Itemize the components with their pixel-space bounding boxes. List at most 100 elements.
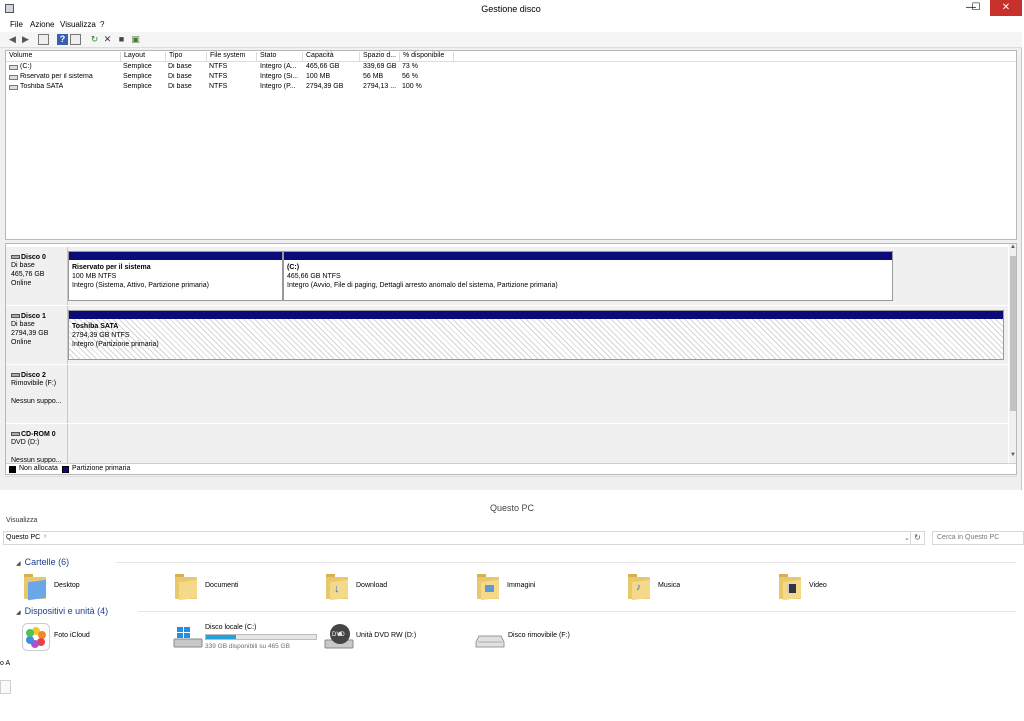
maximize-button[interactable]: ☐	[963, 0, 989, 16]
scrollbar-thumb[interactable]	[1010, 256, 1016, 411]
col-spazio[interactable]: Spazio d...	[360, 52, 400, 62]
col-tipo[interactable]: Tipo	[166, 52, 207, 62]
device-label: Disco locale (C:)	[205, 624, 257, 631]
volume-icon	[9, 65, 18, 70]
partition-size: 100 MB NTFS	[72, 273, 117, 280]
folder-video[interactable]: Video	[773, 571, 923, 603]
window-title: Questo PC	[0, 497, 1024, 517]
legend-swatch-primary	[62, 466, 69, 473]
disk-partitions	[68, 365, 1008, 423]
download-folder-icon: ↓	[326, 573, 348, 601]
disk-management-window: Gestione disco — ☐ ✕ File Azione Visuali…	[0, 0, 1022, 490]
folder-label: Download	[356, 582, 388, 589]
device-label: Unità DVD RW (D:)	[356, 632, 417, 639]
disk-label[interactable]: Disco 0 Di base 465,76 GB Online	[6, 247, 68, 305]
address-bar[interactable]: Questo PC › ⌄	[3, 531, 925, 545]
folders-group-header[interactable]: ◢ Cartelle (6)	[16, 557, 1016, 567]
menu-file[interactable]: File	[10, 20, 23, 29]
disk-partitions: Riservato per il sistema 100 MB NTFS Int…	[68, 247, 1008, 305]
disk-row-1[interactable]: Disco 1 Di base 2794,39 GB Online Toshib…	[6, 306, 1008, 364]
device-icloud-photos[interactable]: Foto iCloud	[22, 621, 162, 655]
usage-bar	[205, 634, 317, 640]
menu-help[interactable]: ?	[100, 20, 104, 29]
connect-icon[interactable]: ■	[116, 34, 127, 45]
disk-size: 465,76 GB	[11, 271, 45, 278]
device-removable-f[interactable]: Disco rimovibile (F:)	[475, 621, 625, 655]
partition-status: Integro (Partizione primaria)	[72, 341, 159, 348]
scroll-up-icon[interactable]: ▲	[1009, 244, 1016, 250]
back-arrow-icon[interactable]: ◀	[7, 34, 18, 45]
delete-icon[interactable]: ✕	[102, 34, 113, 45]
breadcrumb[interactable]: Questo PC	[6, 534, 40, 541]
table-row[interactable]: Toshiba SATA Semplice Di base NTFS Integ…	[6, 83, 1016, 93]
disk-row-cdrom[interactable]: CD-ROM 0 DVD (D:) Nessun suppo...	[6, 424, 1008, 464]
toolbar: ◀ ▶ ? ↻ ✕ ■ ▣	[0, 32, 1022, 48]
disk-graphical-view: Disco 0 Di base 465,76 GB Online Riserva…	[5, 243, 1017, 475]
menu-azione[interactable]: Azione	[30, 20, 54, 29]
refresh-icon[interactable]: ↻	[89, 34, 100, 45]
collapse-icon[interactable]: ◢	[16, 610, 21, 616]
folder-musica[interactable]: ♪ Musica	[622, 571, 772, 603]
devices-group-header[interactable]: ◢ Dispositivi e unità (4)	[16, 606, 1016, 616]
status-bar	[5, 476, 1017, 486]
help-icon[interactable]: ?	[57, 34, 68, 45]
col-stato[interactable]: Stato	[257, 52, 303, 62]
dvd-drive-icon: DVD	[324, 624, 354, 649]
partition-system-reserved[interactable]: Riservato per il sistema 100 MB NTFS Int…	[68, 251, 283, 301]
partition-toshiba[interactable]: Toshiba SATA 2794,39 GB NTFS Integro (Pa…	[68, 310, 1004, 360]
folder-download[interactable]: ↓ Download	[320, 571, 470, 603]
col-capacita[interactable]: Capacità	[303, 52, 360, 62]
search-input[interactable]: Cerca in Questo PC	[932, 531, 1024, 545]
collapse-icon[interactable]: ◢	[16, 561, 21, 567]
menu-visualizza[interactable]: Visualizza	[60, 20, 96, 29]
vertical-scrollbar[interactable]: ▲ ▼	[1009, 244, 1016, 464]
folder-immagini[interactable]: Immagini	[471, 571, 621, 603]
videos-folder-icon	[779, 573, 801, 601]
close-button[interactable]: ✕	[990, 0, 1022, 16]
disk-partitions: Toshiba SATA 2794,39 GB NTFS Integro (Pa…	[68, 306, 1008, 364]
folder-desktop[interactable]: Desktop	[18, 571, 168, 603]
cell-volume: Riservato per il sistema	[20, 73, 93, 80]
disk-type: DVD (D:)	[11, 439, 40, 446]
chevron-down-icon[interactable]: ⌄	[904, 534, 910, 542]
ribbon-tab-visualizza[interactable]: Visualizza	[0, 517, 1024, 527]
folder-label: Desktop	[54, 582, 80, 589]
documents-folder-icon	[175, 573, 197, 601]
disk-name: Disco 2	[21, 372, 46, 379]
cell-stato: Integro (P...	[260, 83, 296, 90]
disk-row-0[interactable]: Disco 0 Di base 465,76 GB Online Riserva…	[6, 247, 1008, 305]
breadcrumb-separator-icon[interactable]: ›	[44, 533, 46, 540]
disk-row-2[interactable]: Disco 2 Rimovibile (F:) Nessun suppo...	[6, 365, 1008, 423]
col-volume[interactable]: Volume	[6, 52, 121, 62]
partition-name: (C:)	[287, 264, 300, 271]
properties-icon[interactable]: ▣	[130, 34, 141, 45]
disk-label[interactable]: Disco 1 Di base 2794,39 GB Online	[6, 306, 68, 364]
scroll-down-icon[interactable]: ▼	[1009, 452, 1016, 458]
device-free-space: 339 GB disponibili su 465 GB	[205, 643, 290, 650]
music-folder-icon: ♪	[628, 573, 650, 601]
left-pane-scroll-stub[interactable]	[0, 680, 11, 694]
col-layout[interactable]: Layout	[121, 52, 166, 62]
cell-disp: 56 %	[402, 73, 418, 80]
disk-label[interactable]: CD-ROM 0 DVD (D:) Nessun suppo...	[6, 424, 68, 464]
folder-documenti[interactable]: Documenti	[169, 571, 319, 603]
disk-size: 2794,39 GB	[11, 330, 49, 337]
device-dvd-rw-d[interactable]: DVD Unità DVD RW (D:)	[324, 621, 474, 655]
legend-unallocated: Non allocata	[19, 465, 58, 472]
console-tree-icon[interactable]	[38, 34, 49, 45]
forward-arrow-icon[interactable]: ▶	[20, 34, 31, 45]
table-row[interactable]: (C:) Semplice Di base NTFS Integro (A...…	[6, 63, 1016, 73]
volume-icon	[9, 75, 18, 80]
properties-pane-icon[interactable]	[70, 34, 81, 45]
pictures-folder-icon	[477, 573, 499, 601]
cell-volume: (C:)	[20, 63, 32, 70]
col-filesystem[interactable]: File system	[207, 52, 257, 62]
partition-c[interactable]: (C:) 465,66 GB NTFS Integro (Avvio, File…	[283, 251, 893, 301]
icloud-photos-icon	[22, 623, 50, 651]
refresh-button[interactable]: ↻	[910, 531, 924, 545]
partition-size: 2794,39 GB NTFS	[72, 332, 130, 339]
disk-label[interactable]: Disco 2 Rimovibile (F:) Nessun suppo...	[6, 365, 68, 423]
device-local-disk-c[interactable]: Disco locale (C:) 339 GB disponibili su …	[173, 621, 323, 655]
col-disponibile[interactable]: % disponibile	[400, 52, 454, 62]
table-row[interactable]: Riservato per il sistema Semplice Di bas…	[6, 73, 1016, 83]
